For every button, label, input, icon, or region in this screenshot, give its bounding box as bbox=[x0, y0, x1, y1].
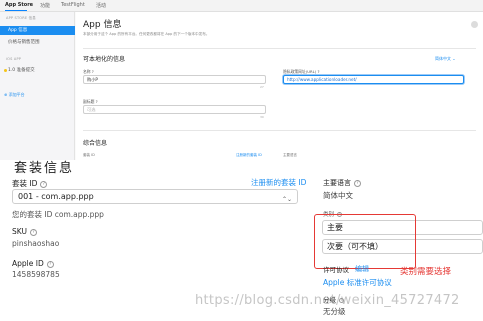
register-bundle-mini-link[interactable]: 注册新的套装 ID bbox=[236, 153, 262, 158]
sidebar-item-prepare-submit[interactable]: 1.0 准备提交 bbox=[0, 66, 75, 75]
name-counter: 27 bbox=[260, 85, 264, 89]
sidebar-section-head-ios: iOS APP bbox=[6, 57, 22, 61]
annotation-highlight-box bbox=[314, 214, 416, 269]
app-store-connect-panel: App Store 功能 TestFlight 活动 APP STORE 信息 … bbox=[0, 0, 483, 160]
name-input[interactable]: 购小P bbox=[83, 75, 266, 84]
tab-activity[interactable]: 活动 bbox=[96, 2, 106, 9]
help-icon[interactable]: ? bbox=[354, 179, 361, 187]
help-icon[interactable]: ? bbox=[29, 228, 37, 236]
bundle-id-mini-label: 套装 ID bbox=[83, 153, 95, 157]
tab-features[interactable]: 功能 bbox=[40, 2, 50, 9]
subtitle-input[interactable]: 可选 bbox=[83, 105, 266, 114]
help-circle-icon[interactable] bbox=[471, 21, 478, 28]
top-tab-bar: App Store 功能 TestFlight 活动 bbox=[0, 0, 483, 12]
sidebar-section-head: APP STORE 信息 bbox=[6, 16, 36, 20]
help-icon[interactable]: ? bbox=[40, 180, 48, 188]
primary-language-mini-label: 主要语言 bbox=[283, 153, 297, 157]
localization-select[interactable]: 简体中文 ⌄ bbox=[435, 56, 456, 62]
general-section-title: 综合信息 bbox=[83, 140, 108, 147]
license-edit-link[interactable]: 编辑 bbox=[355, 264, 369, 274]
subtitle-counter: 30 bbox=[260, 115, 264, 119]
status-dot-icon bbox=[4, 69, 7, 72]
chevron-updown-icon: ⌃⌄ bbox=[281, 196, 292, 203]
sidebar: APP STORE 信息 App 信息 价格与销售范围 iOS APP 1.0 … bbox=[0, 12, 75, 160]
apple-id-value: 1458598785 bbox=[12, 270, 60, 279]
page-subtitle: 本部分用于这个 App 的所有平台。任何更改都将在 App 的下一个版本中发布。 bbox=[83, 32, 210, 36]
apple-license-link[interactable]: Apple 标准许可协议 bbox=[323, 277, 392, 288]
annotation-text: 类别需要选择 bbox=[400, 267, 452, 277]
sku-label: SKU? bbox=[12, 227, 37, 236]
privacy-url-input[interactable]: http://www.applicationloader.net/ bbox=[283, 75, 464, 84]
divider bbox=[83, 48, 476, 49]
page-title: App 信息 bbox=[83, 20, 122, 30]
sidebar-item-pricing[interactable]: 价格与销售范围 bbox=[0, 38, 75, 47]
primary-language-value: 简体中文 bbox=[323, 191, 353, 200]
help-icon[interactable]: ? bbox=[46, 260, 54, 268]
register-bundle-id-link[interactable]: 注册新的套装 ID bbox=[251, 177, 306, 188]
apple-id-label: Apple ID? bbox=[12, 259, 54, 268]
tab-app-store[interactable]: App Store bbox=[5, 2, 33, 8]
sku-value: pinshaoshao bbox=[12, 239, 60, 248]
bundle-id-note: 您的套装 ID com.app.ppp bbox=[12, 210, 104, 219]
license-label: 许可协议 bbox=[323, 266, 349, 274]
general-info-zoomed: 套装信息 套装 ID? 注册新的套装 ID 001 - com.app.ppp … bbox=[0, 160, 483, 321]
general-info-heading: 套装信息 bbox=[14, 161, 75, 176]
bundle-id-label: 套装 ID? bbox=[12, 178, 48, 189]
sidebar-item-app-info[interactable]: App 信息 bbox=[0, 26, 75, 35]
watermark-text: https://blog.csdn.net/weixin_45727472 bbox=[195, 293, 460, 308]
bundle-id-select[interactable]: 001 - com.app.ppp ⌃⌄ bbox=[12, 189, 298, 204]
add-platform-link[interactable]: ⊕ 添加平台 bbox=[4, 92, 25, 98]
tab-testflight[interactable]: TestFlight bbox=[61, 2, 85, 8]
localizable-section-title: 可本地化的信息 bbox=[83, 56, 126, 63]
divider bbox=[83, 130, 476, 131]
primary-language-label: 主要语言? bbox=[323, 178, 361, 188]
app-info-main: App 信息 本部分用于这个 App 的所有平台。任何更改都将在 App 的下一… bbox=[76, 12, 483, 160]
active-tab-indicator bbox=[5, 10, 27, 11]
privacy-url-value: http://www.applicationloader.net/ bbox=[287, 77, 357, 82]
